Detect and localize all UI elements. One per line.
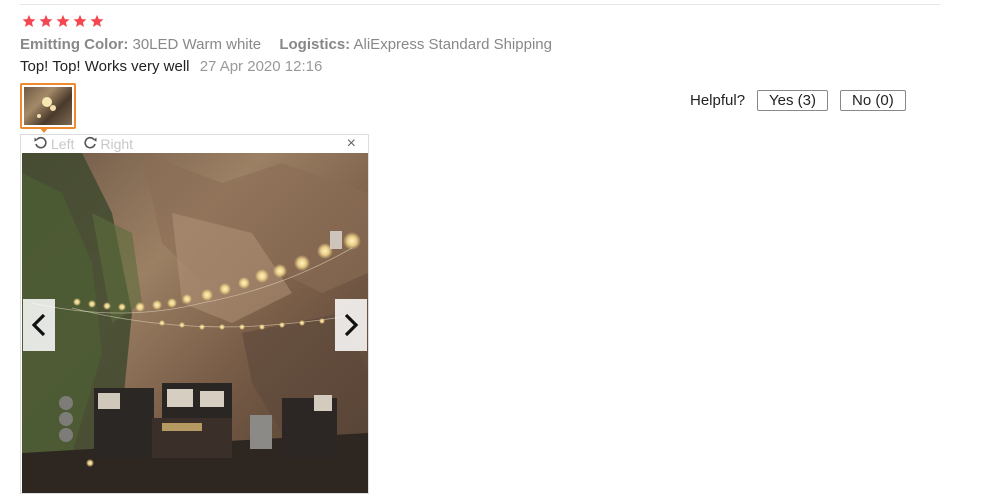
viewer-toolbar: Left Right × [21,135,368,153]
attr-value-logistics: AliExpress Standard Shipping [353,36,552,53]
helpful-label: Helpful? [690,92,746,109]
attr-label-color: Emitting Color: [20,36,129,53]
review-photo-large [22,153,368,493]
review-date: 27 Apr 2020 12:16 [199,58,323,75]
review-text: Top! Top! Works very well [20,58,190,75]
close-icon[interactable]: × [347,135,356,153]
review-attributes: Emitting Color: 30LED Warm white Logisti… [20,36,566,53]
star-icon [73,14,87,28]
review-content: Top! Top! Works very well 27 Apr 2020 12… [20,58,322,75]
chevron-right-icon [344,313,359,337]
photo-viewer: Left Right × [20,134,369,494]
star-icon [22,14,36,28]
star-icon [90,14,104,28]
star-icon [56,14,70,28]
star-rating [22,14,104,28]
rotate-right-button[interactable]: Right [82,135,133,154]
star-icon [39,14,53,28]
thumbnail-active-caret [39,127,49,133]
rotate-left-label: Left [51,136,75,152]
thumbnail-image [24,87,72,125]
patio-photo-illustration [22,153,368,493]
rotate-left-icon [33,135,49,154]
attr-label-logistics: Logistics: [279,36,351,53]
prev-photo-button[interactable] [23,299,55,351]
next-photo-button[interactable] [335,299,367,351]
top-divider [20,4,940,5]
helpful-no-button[interactable]: No (0) [840,90,906,111]
helpful-yes-button[interactable]: Yes (3) [757,90,829,111]
rotate-right-label: Right [100,136,134,152]
review-photo-thumbnail[interactable] [20,83,76,129]
rotate-left-button[interactable]: Left [33,135,74,154]
helpful-vote: Helpful? Yes (3) No (0) [690,90,906,111]
rotate-right-icon [82,135,98,154]
chevron-left-icon [31,313,46,337]
attr-value-color: 30LED Warm white [132,36,262,53]
